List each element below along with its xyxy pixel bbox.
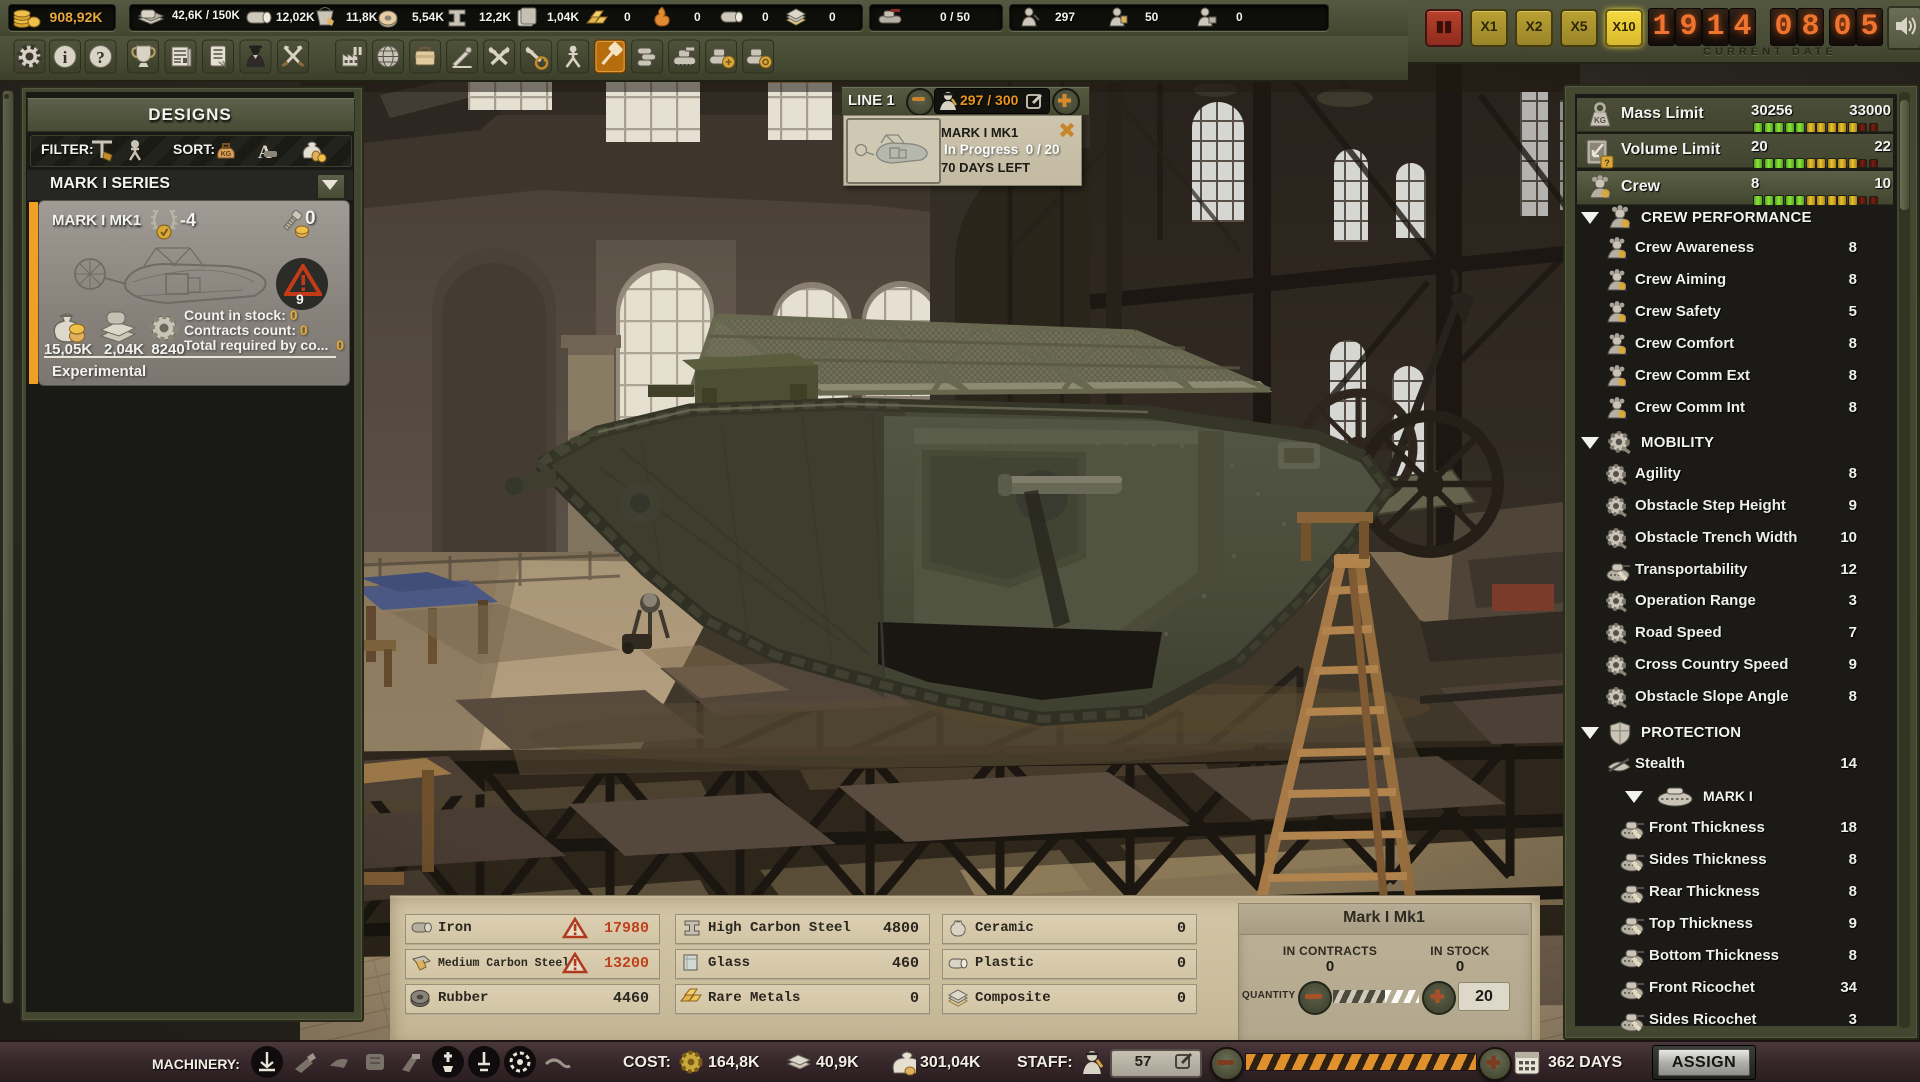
svg-text:?: ? (1604, 158, 1610, 168)
svg-text:i: i (63, 48, 68, 67)
svg-text:?: ? (96, 48, 105, 67)
svg-text:KG: KG (221, 151, 232, 158)
svg-text:KG: KG (1594, 116, 1606, 125)
